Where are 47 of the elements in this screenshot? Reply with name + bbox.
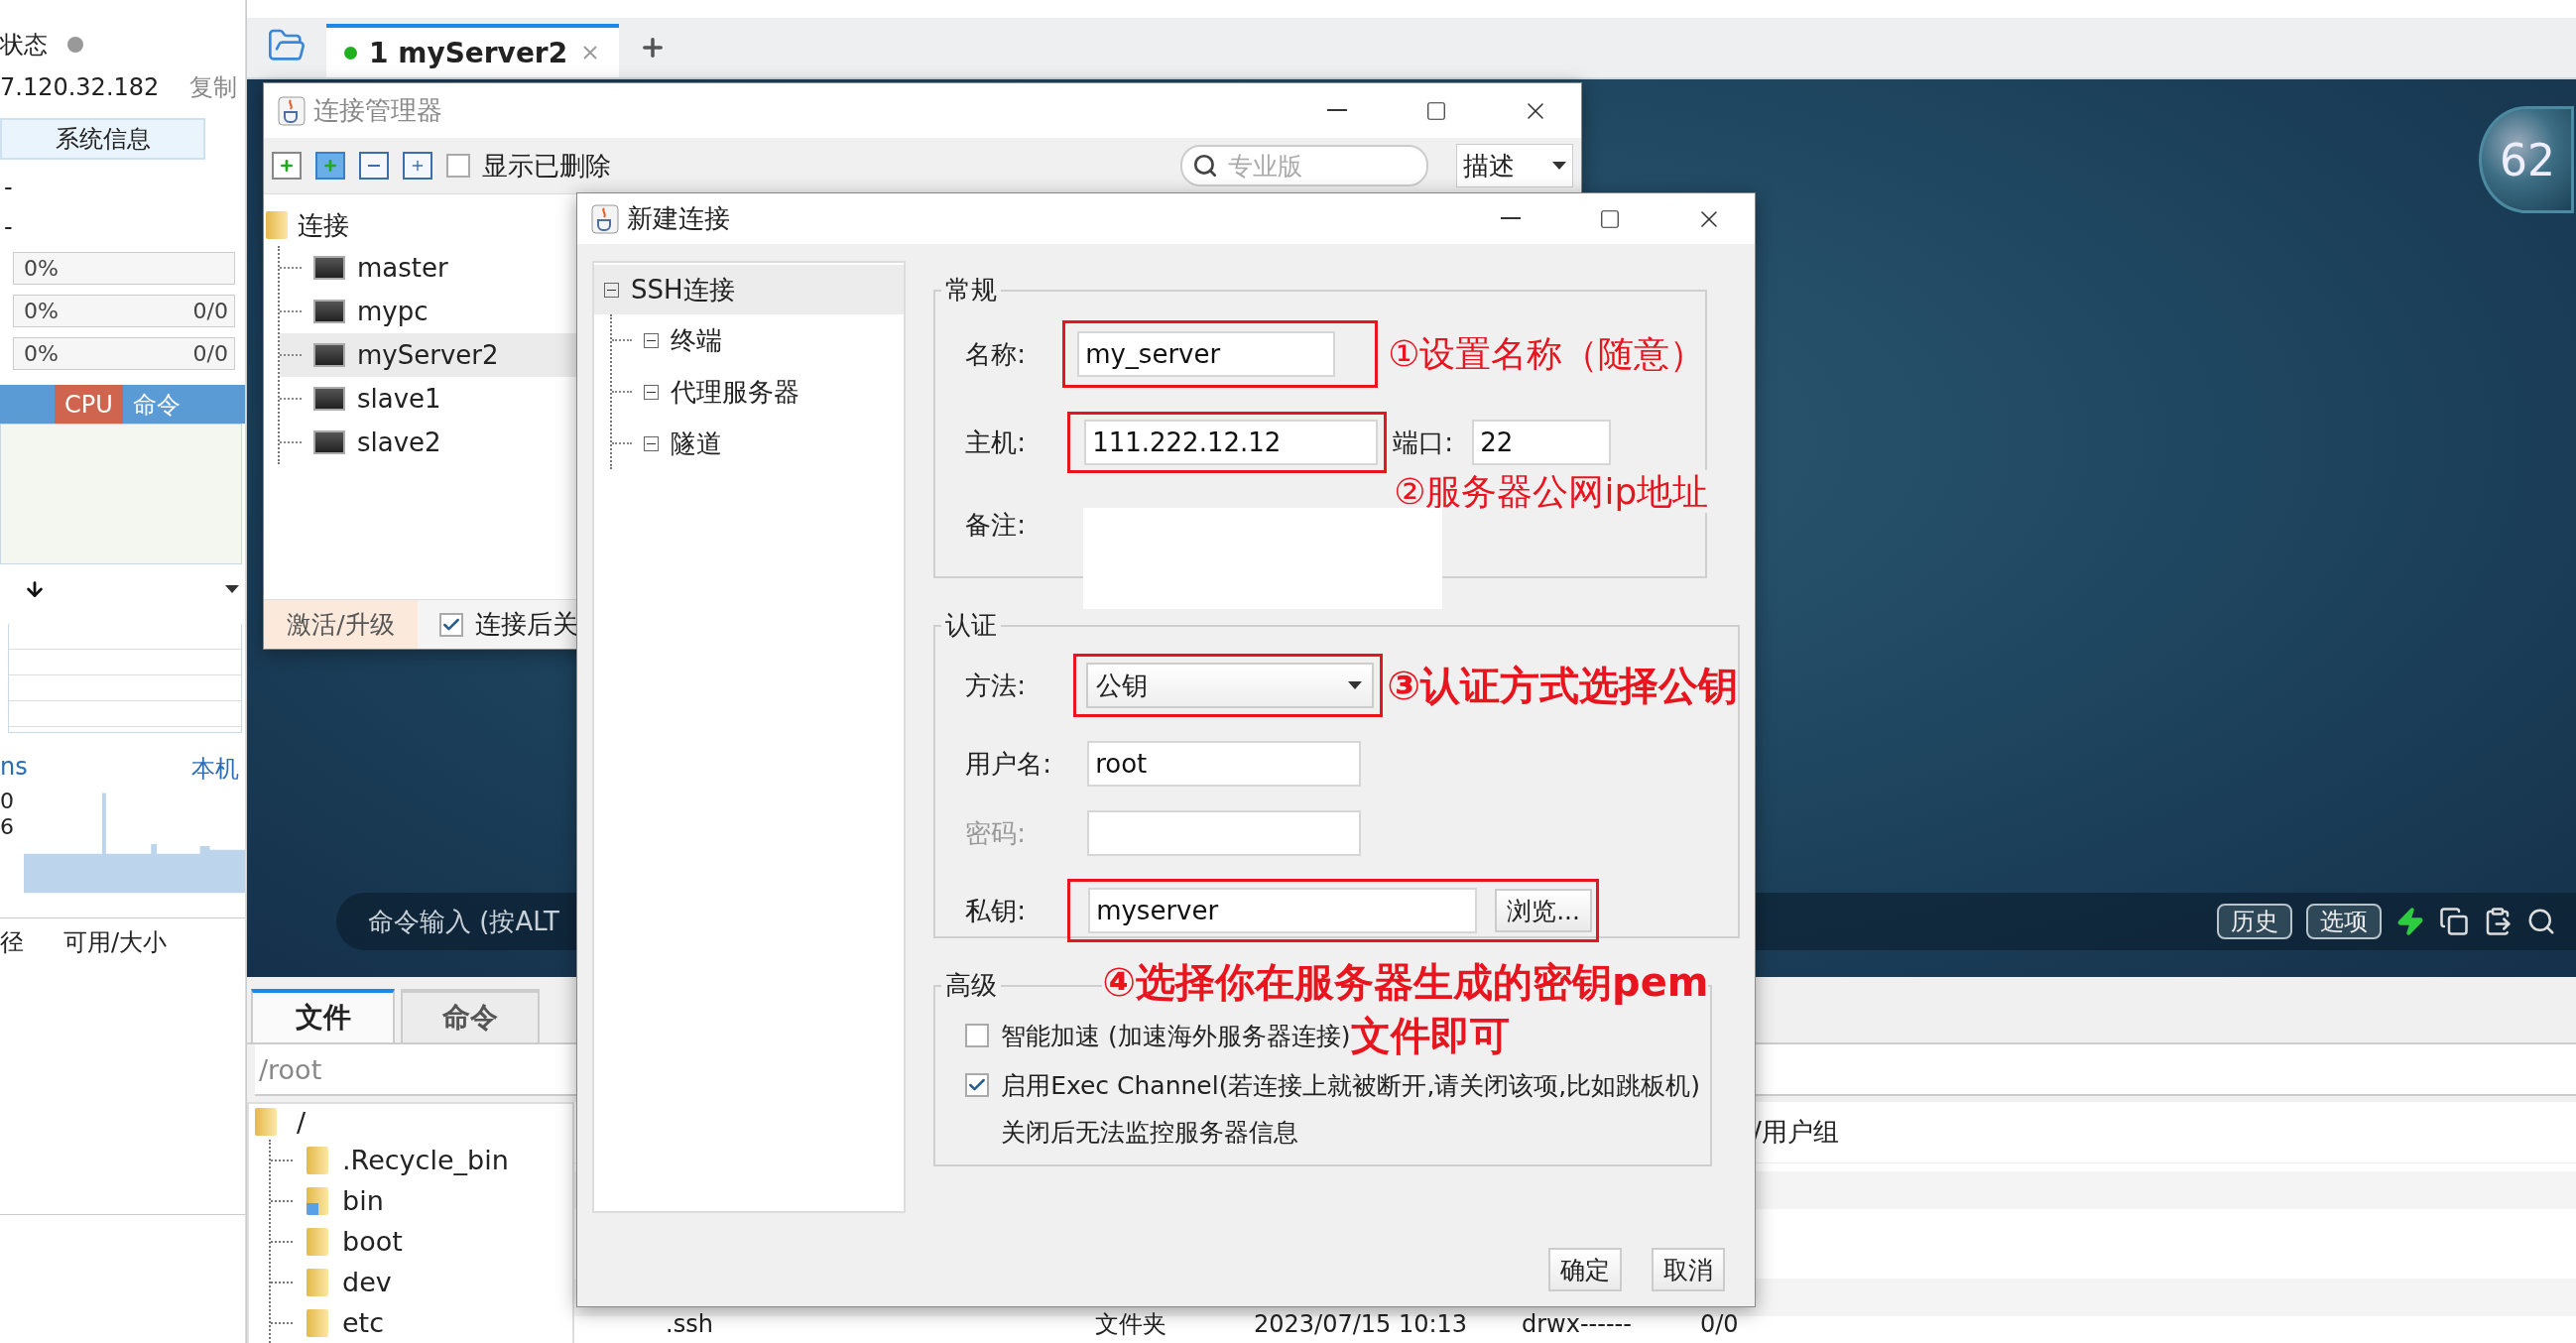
annotation-text: 文件即可 [1350, 1012, 1510, 1059]
meter-count: 0/0 [192, 341, 228, 366]
field-label: 私钥: [965, 894, 1027, 927]
checkbox-label: 启用Exec Channel(若连接上就被断开,请关闭该项,比如跳板机) [1001, 1069, 1701, 1102]
dialog-title: 新建连接 [627, 202, 731, 235]
group-title: 认证 [944, 609, 999, 642]
connection-label: mypc [357, 297, 429, 326]
field-label: 端口: [1393, 426, 1454, 459]
checkbox-label: 显示已删除 [482, 149, 611, 183]
checkbox-label: 智能加速 (加速海外服务器连接) [1001, 1021, 1351, 1050]
column-header: 可用/大小 [63, 927, 168, 958]
annotation-text: ④选择你在服务器生成的密钥pem [1102, 958, 1709, 1006]
meter-reading: 0% [24, 341, 59, 366]
file-owner: 0/0 [1700, 1310, 1740, 1338]
group-title: 高级 [944, 969, 999, 1002]
meter-reading: 0% [24, 299, 59, 323]
option-note: 关闭后无法监控服务器信息 [1000, 1117, 1300, 1149]
file-type: 文件夹 [1095, 1309, 1167, 1340]
axis-tick: 6 [0, 814, 14, 840]
connection-label: slave1 [357, 384, 441, 414]
field-label: 备注: [965, 509, 1027, 542]
field-label: 用户名: [965, 747, 1052, 781]
field-label: 名称: [965, 337, 1027, 371]
status-label: 状态 [0, 30, 48, 61]
column-header: 径 [0, 927, 24, 958]
meter-count: 0/0 [192, 299, 228, 323]
annotation-text: ③认证方式选择公钥 [1387, 663, 1738, 708]
field-label: 方法: [965, 669, 1027, 702]
group-title: 常规 [944, 274, 999, 306]
file-date: 2023/07/15 10:13 [1254, 1310, 1469, 1338]
info-value: - [4, 174, 13, 201]
meter-reading: 0% [24, 256, 59, 281]
info-value: - [4, 213, 13, 241]
connection-label: myServer2 [357, 340, 499, 370]
field-label: 密码: [965, 816, 1027, 850]
ip-address: 7.120.32.182 [0, 73, 160, 101]
connection-label: master [357, 253, 448, 283]
host-label: 本机 [191, 754, 239, 785]
field-label: 主机: [965, 426, 1027, 459]
window-title: 连接管理器 [313, 94, 443, 127]
tab-label: 1 myServer2 [369, 36, 568, 69]
network-label: ns [0, 753, 28, 783]
connection-label: slave2 [357, 427, 441, 457]
file-permissions: drwx------ [1522, 1310, 1633, 1338]
checkbox-label: 连接后关 [475, 608, 578, 641]
axis-tick: 0 [0, 789, 14, 814]
annotation-text: ②服务器公网ip地址 [1394, 470, 1709, 514]
